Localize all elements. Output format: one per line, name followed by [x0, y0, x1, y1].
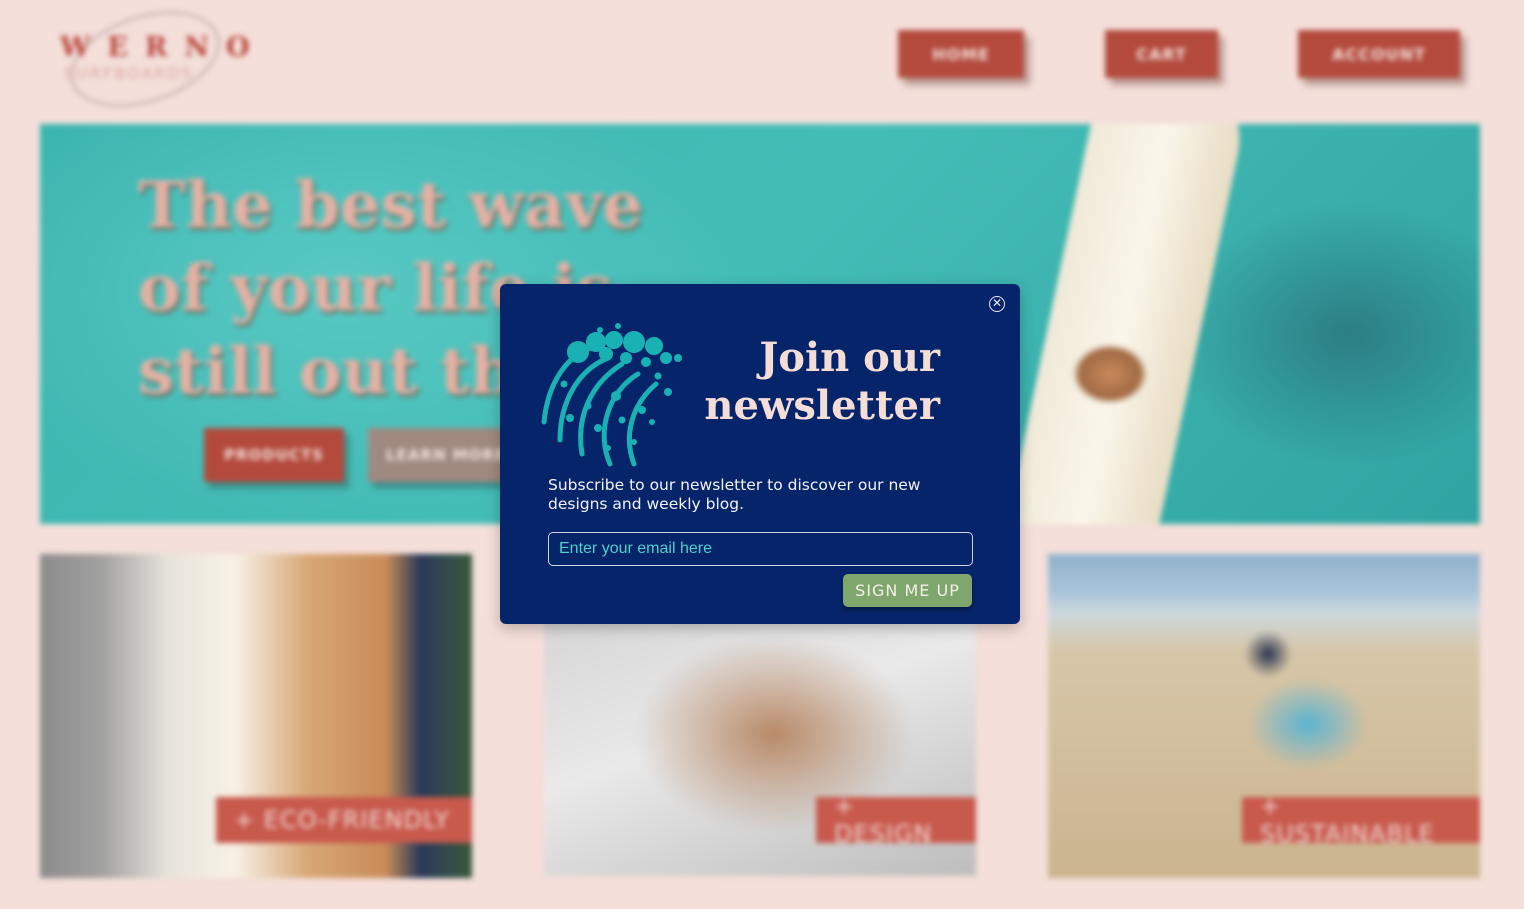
modal-description: Subscribe to our newsletter to discover … [548, 476, 921, 513]
hero-surfer-image [1050, 324, 1170, 424]
email-input[interactable] [548, 532, 973, 566]
wave-icon [541, 323, 682, 467]
card-tag: + DESIGN [816, 792, 976, 848]
nav-home-button[interactable]: HOME [898, 30, 1024, 78]
close-icon[interactable]: ✕ [989, 296, 1005, 312]
feature-card-sustainable[interactable]: + SUSTAINABLE [1048, 554, 1480, 878]
sign-me-up-button[interactable]: SIGN ME UP [843, 574, 972, 607]
nav-cart-button[interactable]: CART [1105, 30, 1218, 78]
nav-account-button[interactable]: ACCOUNT [1298, 30, 1460, 78]
card-tag: + ECO-FRIENDLY [216, 797, 472, 843]
newsletter-modal: ✕ Join our newsletter Subscribe to our n… [500, 284, 1020, 624]
card-tag: + SUSTAINABLE [1242, 792, 1480, 848]
modal-title: Join our newsletter [704, 334, 940, 429]
products-button[interactable]: PRODUCTS [204, 428, 344, 482]
logo-wordmark: WERNO [60, 32, 267, 63]
feature-card-eco-friendly[interactable]: + ECO-FRIENDLY [40, 554, 472, 878]
logo[interactable]: WERNO SURFBOARDS [58, 0, 250, 124]
logo-tagline: SURFBOARDS [64, 64, 194, 83]
